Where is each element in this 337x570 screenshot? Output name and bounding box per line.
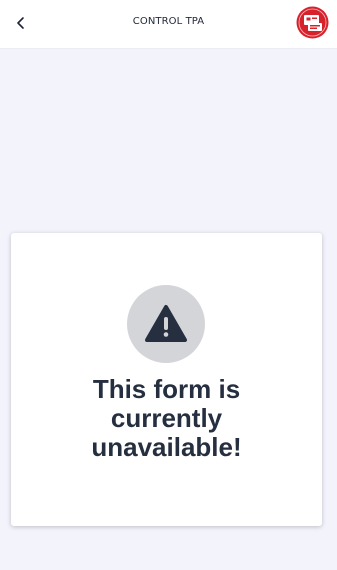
page-title: CONTROL TPA	[132, 16, 205, 27]
unavailable-card: This form is currently unavailable!	[11, 233, 322, 526]
warning-badge	[127, 285, 205, 363]
app-header: CONTROL TPA	[0, 0, 337, 49]
unavailable-message: This form is currently unavailable!	[91, 374, 242, 462]
brand-logo[interactable]	[296, 6, 329, 39]
warning-triangle-icon	[145, 305, 187, 342]
brand-logo-icon	[296, 6, 329, 39]
